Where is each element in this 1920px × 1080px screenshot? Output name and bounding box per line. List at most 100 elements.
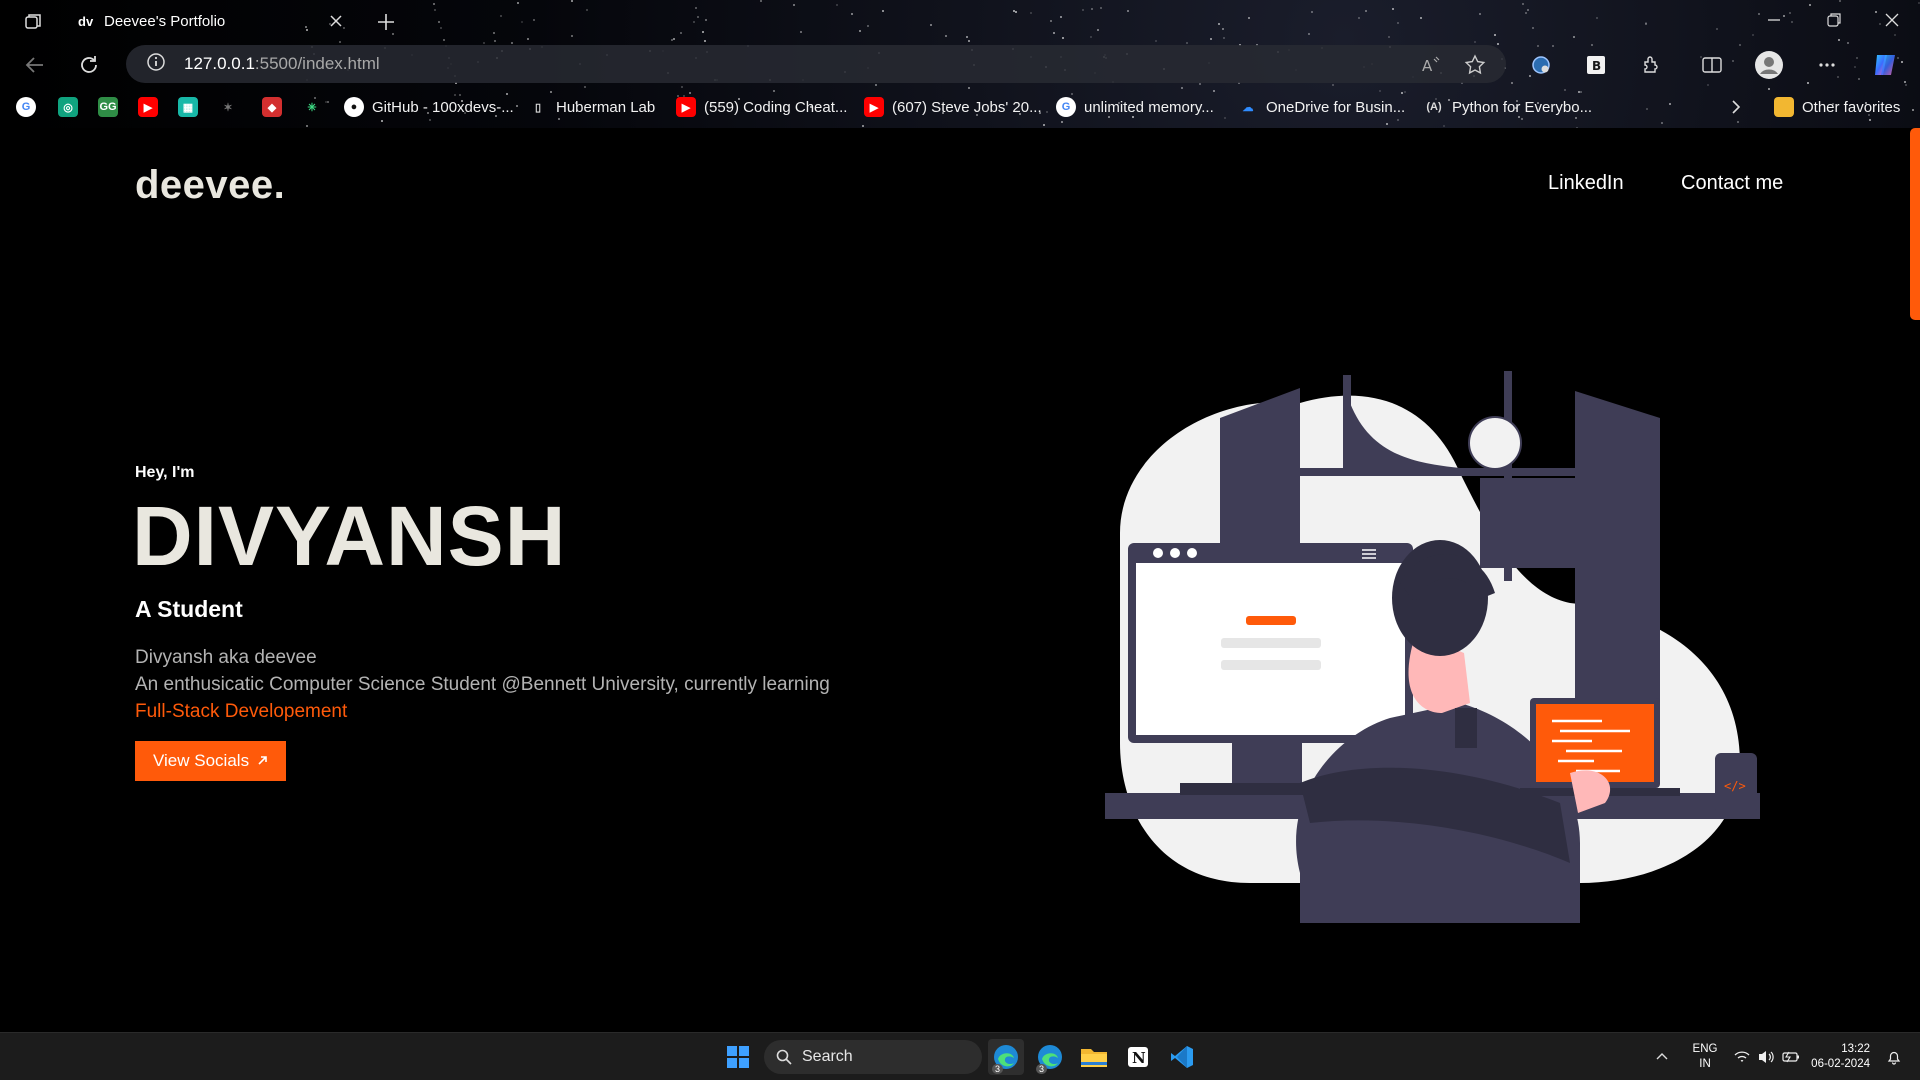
youtube-icon: ▶ bbox=[864, 97, 884, 117]
page-scrollbar-thumb[interactable] bbox=[1910, 128, 1920, 320]
bookmark-item[interactable]: GG bbox=[98, 94, 126, 120]
bookmark-item[interactable]: ◆ bbox=[262, 94, 290, 120]
hero-role: A Student bbox=[135, 596, 243, 622]
bookmark-label: (559) Coding Cheat... bbox=[704, 98, 848, 116]
star-dot bbox=[680, 86, 683, 88]
address-bar-row: 127.0.0.1:5500/index.html A B bbox=[0, 44, 1920, 84]
bookmark-other-favorites[interactable]: Other favorites bbox=[1774, 94, 1900, 120]
split-screen-icon[interactable] bbox=[1697, 50, 1727, 80]
more-menu-icon[interactable] bbox=[1812, 50, 1842, 80]
star-dot bbox=[1563, 88, 1566, 91]
document-icon: ▯ bbox=[534, 101, 542, 114]
bookmark-label: (607) Steve Jobs' 20... bbox=[892, 98, 1042, 116]
python-course-icon: (A) bbox=[1426, 101, 1442, 113]
star-dot bbox=[704, 39, 707, 42]
extension-b-icon[interactable]: B bbox=[1581, 50, 1611, 80]
windows-taskbar: Search 3 3 N ENG IN 13:22 06-02-2024 bbox=[0, 1032, 1920, 1080]
clock-date: 06-02-2024 bbox=[1811, 1058, 1870, 1070]
clock-time: 13:22 bbox=[1841, 1043, 1870, 1055]
star-dot bbox=[1042, 123, 1045, 126]
favorites-bar: G ◎ GG ▶ ▦ ✶ ◆ ✳ ● GitHub - 100xdevs-... ▯ Huberman… bbox=[0, 92, 1920, 122]
restore-button[interactable] bbox=[1812, 6, 1856, 34]
file-explorer-icon[interactable] bbox=[1076, 1039, 1112, 1075]
svg-text:B: B bbox=[1592, 59, 1601, 73]
star-dot bbox=[1331, 83, 1334, 86]
close-tab-icon[interactable] bbox=[324, 9, 348, 33]
star-dot bbox=[1661, 122, 1664, 125]
notion-icon[interactable]: N bbox=[1120, 1039, 1156, 1075]
app-icon: ▦ bbox=[178, 97, 198, 117]
hero-desc-line1: Divyansh aka deevee bbox=[135, 647, 317, 668]
tab-active[interactable]: dv Deevee's Portfolio bbox=[66, 4, 360, 38]
hero-name: DIVYANSH bbox=[132, 489, 567, 583]
star-dot bbox=[968, 39, 971, 42]
url-path: :5500/index.html bbox=[254, 54, 380, 73]
bookmark-item[interactable]: ▶ (559) Coding Cheat... bbox=[676, 94, 847, 120]
github-icon: ● bbox=[344, 97, 364, 117]
bookmark-item[interactable]: (A) Python for Everybo... bbox=[1424, 94, 1592, 120]
address-bar[interactable]: 127.0.0.1:5500/index.html A bbox=[126, 45, 1506, 83]
hero-desc-text: An enthusicatic Computer Science Student… bbox=[135, 674, 830, 695]
site-info-icon[interactable] bbox=[146, 52, 166, 77]
copilot-icon[interactable] bbox=[1870, 50, 1900, 80]
site-logo[interactable]: deevee. bbox=[135, 163, 285, 208]
quick-settings-tray[interactable] bbox=[1728, 1039, 1808, 1075]
star-dot bbox=[1707, 83, 1710, 86]
svg-text:N: N bbox=[1132, 1049, 1146, 1067]
bookmark-item[interactable]: ▶ bbox=[138, 94, 166, 120]
refresh-button[interactable] bbox=[74, 50, 104, 80]
input-language-indicator[interactable]: ENG IN bbox=[1690, 1042, 1720, 1072]
windows-start-icon[interactable] bbox=[720, 1039, 756, 1075]
star-dot bbox=[1154, 40, 1157, 43]
star-dot bbox=[1474, 40, 1477, 43]
bookmark-item[interactable]: ✳ bbox=[302, 94, 330, 120]
read-aloud-icon[interactable]: A bbox=[1420, 54, 1442, 76]
bookmark-item[interactable]: ● GitHub - 100xdevs-... bbox=[344, 94, 514, 120]
bookmark-item[interactable]: ☁ OneDrive for Busin... bbox=[1238, 94, 1406, 120]
scorpion-icon: ✶ bbox=[223, 101, 233, 114]
vscode-icon[interactable] bbox=[1164, 1039, 1200, 1075]
bookmarks-overflow-chevron-icon[interactable] bbox=[1730, 94, 1742, 120]
star-dot bbox=[494, 39, 497, 42]
bookmark-label: Other favorites bbox=[1802, 98, 1901, 116]
search-icon bbox=[776, 1049, 792, 1065]
nav-linkedin-link[interactable]: LinkedIn bbox=[1548, 172, 1624, 195]
hero-greeting: Hey, I'm bbox=[135, 464, 195, 481]
gfg-icon: GG bbox=[98, 97, 118, 117]
bookmark-item[interactable]: ◎ bbox=[58, 94, 86, 120]
taskbar-edge-profile-icon[interactable]: 3 bbox=[1032, 1039, 1068, 1075]
profile-avatar-icon[interactable] bbox=[1754, 50, 1784, 80]
notification-bell-icon[interactable] bbox=[1880, 1039, 1908, 1075]
taskbar-edge-active-icon[interactable]: 3 bbox=[988, 1039, 1024, 1075]
system-clock[interactable]: 13:22 06-02-2024 bbox=[1800, 1042, 1870, 1072]
bookmark-item[interactable]: G bbox=[16, 94, 44, 120]
bookmark-item[interactable]: Gunlimited memory... bbox=[1056, 94, 1214, 120]
hero-desc-line2: An enthusicatic Computer Science Student… bbox=[135, 671, 835, 725]
back-button[interactable] bbox=[20, 50, 50, 80]
view-socials-button[interactable]: View Socials bbox=[135, 741, 287, 781]
bookmark-item[interactable]: ✶ bbox=[218, 94, 246, 120]
favorite-star-icon[interactable] bbox=[1464, 54, 1486, 76]
show-hidden-icons-chevron-icon[interactable] bbox=[1650, 1039, 1674, 1075]
bookmark-item[interactable]: ▯ Huberman Lab bbox=[528, 94, 655, 120]
nav-contact-link[interactable]: Contact me bbox=[1681, 172, 1783, 195]
minimize-button[interactable] bbox=[1752, 6, 1796, 34]
star-dot bbox=[1904, 84, 1907, 87]
arrow-up-right-icon bbox=[257, 751, 268, 771]
extension-grammar-icon[interactable] bbox=[1526, 50, 1556, 80]
taskbar-search-box[interactable]: Search bbox=[764, 1040, 982, 1074]
new-tab-button[interactable] bbox=[372, 8, 400, 36]
tab-strip: dv Deevee's Portfolio bbox=[0, 0, 1920, 40]
svg-text:</>: </> bbox=[1724, 779, 1746, 793]
workspaces-icon[interactable] bbox=[20, 8, 46, 34]
bookmark-item[interactable]: ▶ (607) Steve Jobs' 20... bbox=[864, 94, 1042, 120]
bookmark-label: unlimited memory... bbox=[1084, 98, 1214, 116]
star-dot bbox=[967, 87, 970, 90]
bookmark-item[interactable]: ▦ bbox=[178, 94, 206, 120]
extensions-puzzle-icon[interactable] bbox=[1636, 50, 1666, 80]
url-text[interactable]: 127.0.0.1:5500/index.html bbox=[184, 54, 380, 74]
portfolio-page: deevee. LinkedIn Contact me Hey, I'm DIV… bbox=[0, 128, 1920, 1032]
bookmark-label: Python for Everybo... bbox=[1452, 98, 1593, 116]
close-window-button[interactable] bbox=[1870, 6, 1914, 34]
google-icon: G bbox=[1056, 97, 1076, 117]
